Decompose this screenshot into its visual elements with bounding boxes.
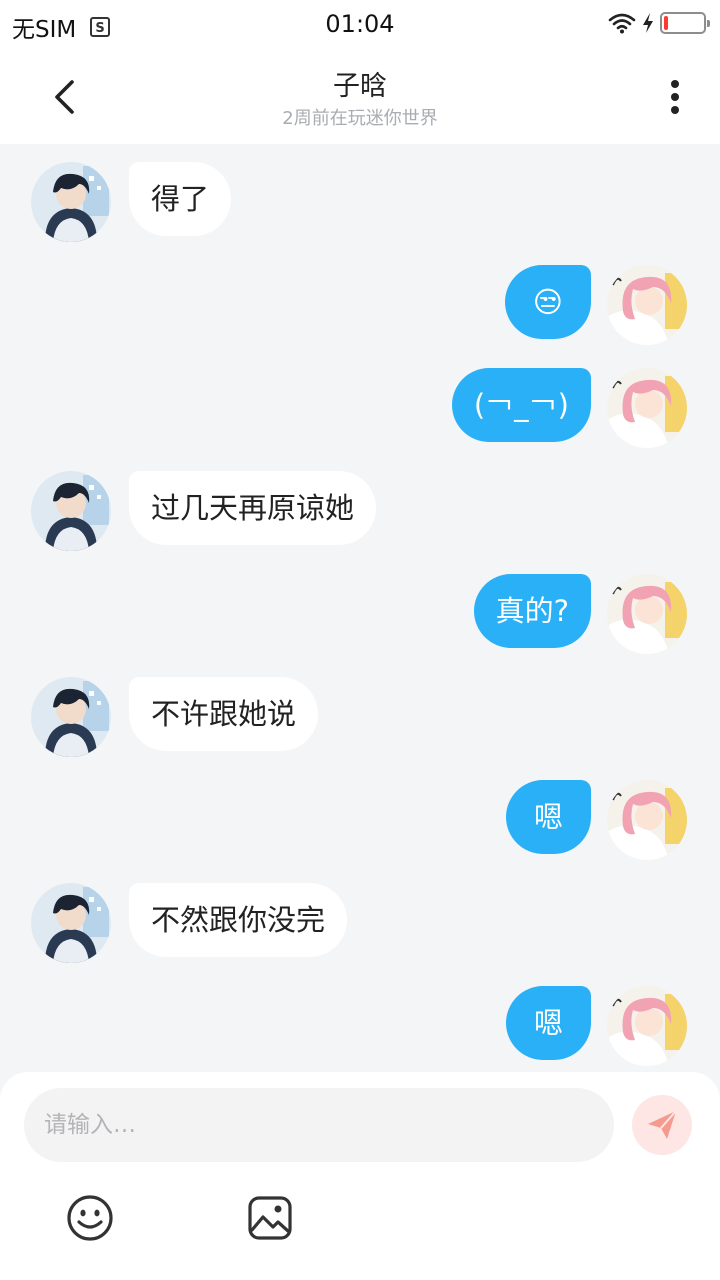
more-vertical-icon[interactable] — [660, 76, 690, 120]
avatar[interactable] — [607, 986, 687, 1066]
avatar[interactable] — [31, 162, 111, 242]
user-avatar-image — [607, 265, 687, 345]
send-button[interactable] — [632, 1095, 692, 1155]
contact-name: 子晗 — [333, 71, 387, 102]
message-bubble-outgoing[interactable]: 嗯 — [505, 986, 591, 1060]
user-avatar-image — [607, 986, 687, 1066]
user-avatar-image — [607, 574, 687, 654]
wifi-icon — [608, 13, 636, 34]
avatar[interactable] — [31, 883, 111, 963]
avatar[interactable] — [607, 265, 687, 345]
message-bubble-incoming[interactable]: 过几天再原谅她 — [129, 471, 377, 545]
message-bubble-incoming[interactable]: 不许跟她说 — [129, 677, 319, 751]
charging-icon — [643, 13, 653, 33]
message-row: 不然跟你没完 — [0, 883, 720, 963]
message-row: 真的? — [0, 574, 720, 654]
status-bar: 无SIM S 01:04 — [0, 0, 720, 50]
message-bubble-incoming[interactable]: 得了 — [129, 162, 232, 236]
user-avatar-image — [607, 368, 687, 448]
message-bubble-outgoing[interactable]: 嗯 — [505, 780, 591, 854]
avatar[interactable] — [607, 780, 687, 860]
contact-avatar-image — [31, 471, 111, 551]
avatar[interactable] — [31, 471, 111, 551]
message-row: 不许跟她说 — [0, 677, 720, 757]
message-row: (￢_￢) — [0, 368, 720, 448]
composer — [0, 1072, 720, 1280]
smiley-icon[interactable] — [66, 1194, 114, 1242]
message-bubble-outgoing[interactable]: 真的? — [473, 574, 591, 648]
contact-avatar-image — [31, 883, 111, 963]
send-icon — [648, 1110, 677, 1139]
contact-avatar-image — [31, 162, 111, 242]
battery-icon — [660, 12, 710, 34]
message-input[interactable] — [24, 1088, 614, 1162]
user-avatar-image — [607, 780, 687, 860]
contact-avatar-image — [31, 677, 111, 757]
message-row: 😒 — [0, 265, 720, 345]
message-bubble-outgoing[interactable]: 😒 — [504, 265, 591, 339]
message-row: 嗯 — [0, 986, 720, 1066]
contact-status: 2周前在玩迷你世界 — [282, 108, 438, 129]
image-icon[interactable] — [246, 1194, 294, 1242]
message-list[interactable]: 得了 😒 (￢_￢) 过几天再原谅她 真的? 不许跟她说 嗯 不然跟你没完 嗯 — [0, 144, 720, 1074]
avatar[interactable] — [31, 677, 111, 757]
avatar[interactable] — [607, 574, 687, 654]
message-row: 得了 — [0, 162, 720, 242]
message-bubble-outgoing[interactable]: (￢_￢) — [451, 368, 591, 442]
message-bubble-incoming[interactable]: 不然跟你没完 — [129, 883, 348, 957]
message-row: 嗯 — [0, 780, 720, 860]
chat-header: 子晗 2周前在玩迷你世界 — [0, 50, 720, 144]
message-row: 过几天再原谅她 — [0, 471, 720, 551]
avatar[interactable] — [607, 368, 687, 448]
